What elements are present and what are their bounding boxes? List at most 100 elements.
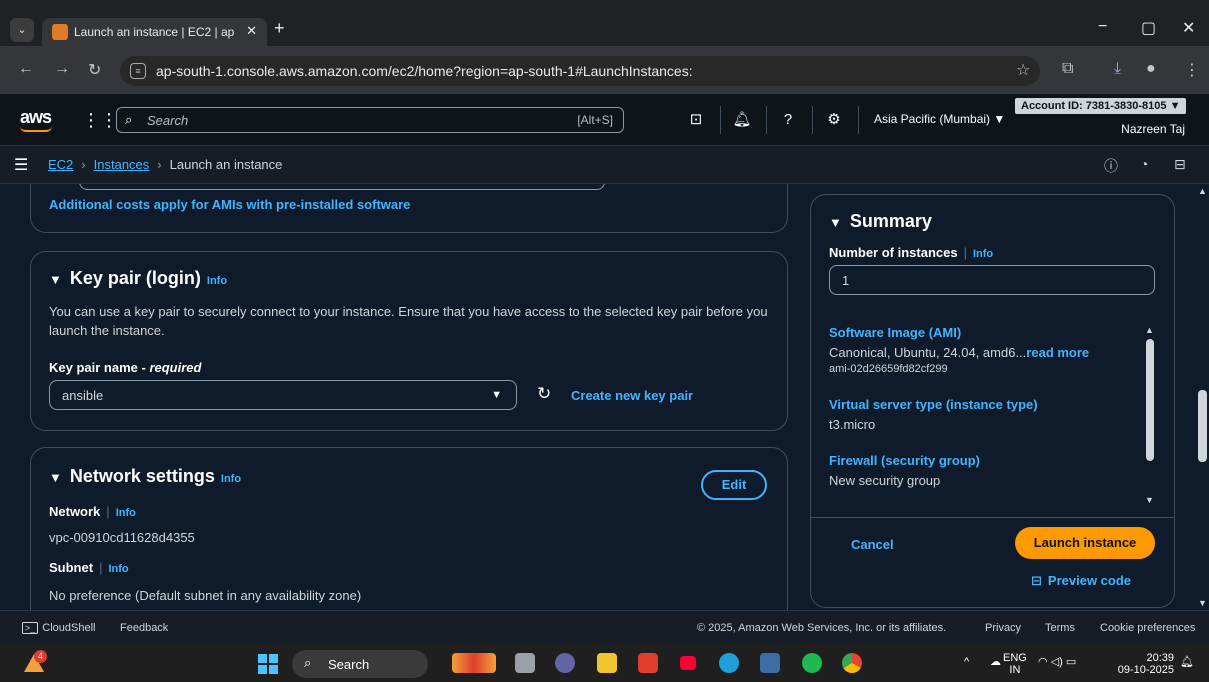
spotify-icon[interactable] <box>802 653 822 673</box>
back-icon[interactable]: ← <box>18 60 34 78</box>
restore-icon[interactable]: ▢ <box>1141 18 1156 38</box>
network-settings-title[interactable]: ▼ Network settings Info <box>49 466 241 487</box>
nav-divider <box>812 106 813 134</box>
scroll-down-icon[interactable]: ▼ <box>1145 495 1154 505</box>
read-more-link[interactable]: read more <box>1026 345 1089 360</box>
onedrive-cloud-icon[interactable]: ☁ <box>990 656 1001 668</box>
preview-code-button[interactable]: ⊟ Preview code <box>1031 573 1131 589</box>
summary-title-text: Summary <box>849 211 932 231</box>
close-window-icon[interactable]: ✕ <box>1182 18 1195 38</box>
number-of-instances-input[interactable]: 1 <box>829 265 1155 295</box>
privacy-link[interactable]: Privacy <box>985 622 1021 634</box>
people-widget-icon[interactable] <box>452 653 496 673</box>
firewall-link[interactable]: Firewall (security group) <box>829 453 980 468</box>
key-pair-description: You can use a key pair to securely conne… <box>49 304 768 338</box>
aws-search-input[interactable]: ⌕ Search [Alt+S] <box>116 107 624 133</box>
clock-time: 20:39 <box>1146 652 1174 664</box>
subnet-info-link[interactable]: Info <box>108 563 128 575</box>
extensions-icon[interactable]: ⧉ <box>1062 60 1073 78</box>
minimize-icon[interactable]: − <box>1098 18 1107 36</box>
download-icon[interactable]: ⤓ <box>1114 60 1121 78</box>
help-icon[interactable]: ? <box>776 108 800 132</box>
youtube-icon[interactable] <box>680 656 696 670</box>
new-tab-icon[interactable]: + <box>274 18 285 39</box>
site-info-icon[interactable]: ≡ <box>130 63 146 79</box>
browser-menu-icon[interactable]: ⋮ <box>1184 60 1200 80</box>
key-pair-select[interactable]: ansible ▼ <box>49 380 517 410</box>
aws-logo[interactable]: aws <box>20 107 52 128</box>
cloudshell-icon[interactable]: ⊡ <box>684 108 708 132</box>
key-pair-title-text: Key pair (login) <box>69 268 201 288</box>
info-circle-icon[interactable]: ⓘ <box>1104 156 1118 176</box>
language-top: ENG <box>1003 652 1027 664</box>
address-bar[interactable]: ≡ ap-south-1.console.aws.amazon.com/ec2/… <box>120 56 1040 86</box>
show-hidden-icons-icon[interactable]: ^ <box>964 656 969 668</box>
instances-info-link[interactable]: Info <box>973 248 993 260</box>
meet-app-icon[interactable] <box>555 653 575 673</box>
account-id-badge[interactable]: Account ID: 7381-3830-8105 ▼ <box>1015 98 1187 114</box>
ami-cost-note[interactable]: Additional costs apply for AMIs with pre… <box>49 197 410 212</box>
launch-instance-button[interactable]: Launch instance <box>1015 527 1155 559</box>
scroll-thumb[interactable] <box>1146 339 1154 461</box>
page-scrollbar[interactable]: ▲ ▼ <box>1196 184 1209 610</box>
ami-panel: Additional costs apply for AMIs with pre… <box>30 184 788 233</box>
clock[interactable]: 20:39 09-10-2025 <box>1110 652 1174 676</box>
terms-link[interactable]: Terms <box>1045 622 1075 634</box>
bookmark-star-icon[interactable]: ☆ <box>1016 60 1030 80</box>
breadcrumb-ec2[interactable]: EC2 <box>48 157 73 172</box>
cancel-button[interactable]: Cancel <box>851 537 894 552</box>
tab-search-menu-icon[interactable]: ⌄ <box>10 18 34 42</box>
store-icon[interactable] <box>760 653 780 673</box>
cookie-preferences-link[interactable]: Cookie preferences <box>1100 622 1195 634</box>
file-explorer-icon[interactable] <box>597 653 617 673</box>
scroll-thumb[interactable] <box>1198 390 1207 462</box>
create-key-pair-link[interactable]: Create new key pair <box>571 388 693 403</box>
instance-type-link[interactable]: Virtual server type (instance type) <box>829 397 1038 412</box>
key-pair-title[interactable]: ▼ Key pair (login) Info <box>49 268 227 289</box>
search-placeholder: Search <box>147 113 189 128</box>
cloudshell-icon: >_ <box>22 622 39 634</box>
ami-select-partial[interactable] <box>79 184 605 190</box>
edge-browser-icon[interactable] <box>719 653 739 673</box>
feedback-link[interactable]: Feedback <box>120 622 168 634</box>
url-text: ap-south-1.console.aws.amazon.com/ec2/ho… <box>156 63 693 79</box>
feedback-icon[interactable]: ◔ <box>1140 156 1148 172</box>
network-info-link[interactable]: Info <box>221 473 241 485</box>
ami-summary-link[interactable]: Software Image (AMI) <box>829 325 961 340</box>
chrome-icon[interactable] <box>842 653 862 673</box>
services-grid-icon[interactable]: ⋮⋮⋮ <box>82 110 136 130</box>
side-nav-menu-icon[interactable]: ☰ <box>14 155 28 175</box>
region-selector[interactable]: Asia Pacific (Mumbai) ▼ <box>874 112 1005 126</box>
weather-widget-icon[interactable]: 4 <box>22 650 48 676</box>
notifications-bell-icon[interactable]: 🔔︎ <box>730 108 754 132</box>
scroll-up-icon[interactable]: ▲ <box>1198 186 1207 196</box>
network-field-info-link[interactable]: Info <box>116 507 136 519</box>
instance-type-value: t3.micro <box>829 417 876 432</box>
cloudshell-link[interactable]: >_ CloudShell <box>22 622 95 634</box>
refresh-icon[interactable]: ↻ <box>537 384 551 404</box>
scroll-up-icon[interactable]: ▲ <box>1145 325 1154 335</box>
windows-start-icon[interactable] <box>258 654 278 674</box>
settings-gear-icon[interactable]: ⚙ <box>822 108 846 132</box>
notification-bell-icon[interactable]: 🔔︎ <box>1180 656 1194 668</box>
preview-code-icon[interactable]: ⊟ <box>1174 156 1186 173</box>
reload-icon[interactable]: ↻ <box>88 60 101 80</box>
browser-tab[interactable]: Launch an instance | EC2 | ap-so ✕ <box>42 18 267 46</box>
key-pair-info-link[interactable]: Info <box>207 275 227 287</box>
tab-close-icon[interactable]: ✕ <box>246 23 257 39</box>
wps-office-icon[interactable] <box>638 653 658 673</box>
edit-button[interactable]: Edit <box>701 470 767 500</box>
task-view-icon[interactable] <box>515 653 535 673</box>
profile-avatar[interactable]: ● <box>1146 60 1156 78</box>
chevron-right-icon: › <box>157 157 162 172</box>
language-indicator[interactable]: ENG IN <box>1003 652 1027 676</box>
taskbar-search[interactable]: ⌕ Search <box>292 650 428 678</box>
wifi-volume-battery-icon[interactable]: ◠ ◁) ▭ <box>1038 656 1076 668</box>
breadcrumb-instances[interactable]: Instances <box>94 157 150 172</box>
scroll-down-icon[interactable]: ▼ <box>1198 598 1207 608</box>
forward-icon[interactable]: → <box>54 60 70 78</box>
account-user-name[interactable]: Nazreen Taj <box>1121 122 1185 136</box>
summary-title[interactable]: ▼ Summary <box>829 211 932 232</box>
ami-summary-text: Canonical, Ubuntu, 24.04, amd6... <box>829 345 1027 360</box>
summary-scrollbar[interactable]: ▲ ▼ <box>1144 325 1156 505</box>
